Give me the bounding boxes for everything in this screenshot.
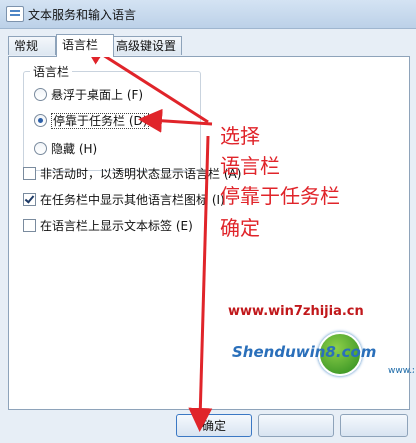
radio-hidden[interactable]: 隐藏 (H) — [34, 140, 97, 158]
tab-language-bar[interactable]: 语言栏 — [56, 34, 114, 57]
checkbox-show-extra-icons[interactable]: 在任务栏中显示其他语言栏图标 (I) — [23, 191, 225, 209]
cancel-button[interactable] — [258, 414, 334, 437]
keyboard-icon — [6, 6, 24, 22]
apply-button[interactable] — [340, 414, 408, 437]
tab-general[interactable]: 常规 — [8, 36, 56, 55]
checkbox-transparent-when-inactive[interactable]: 非活动时，以透明状态显示语言栏 (A) — [23, 165, 241, 183]
checkbox-label: 在任务栏中显示其他语言栏图标 (I) — [40, 193, 225, 207]
radio-button[interactable] — [34, 88, 47, 101]
tab-advanced-key-settings[interactable]: 高级键设置 — [110, 36, 182, 55]
checkbox-checked[interactable] — [23, 193, 36, 206]
language-bar-group: 语言栏 悬浮于桌面上 (F) 停靠于任务栏 (D) 隐藏 (H) — [23, 63, 201, 171]
checkbox-label: 非活动时，以透明状态显示语言栏 (A) — [40, 167, 242, 181]
checkbox[interactable] — [23, 167, 36, 180]
annotation-line: 确定 — [220, 216, 260, 240]
radio-label: 隐藏 (H) — [51, 142, 98, 156]
checkbox-show-text-labels[interactable]: 在语言栏上显示文本标签 (E) — [23, 217, 193, 235]
ok-button[interactable]: 确定 — [176, 414, 252, 437]
annotation-line: 停靠于任务栏 — [220, 184, 340, 208]
watermark-url: www.win7zhijia.cn — [228, 304, 364, 319]
radio-dock-in-taskbar[interactable]: 停靠于任务栏 (D) — [34, 112, 150, 130]
watermark-sub-url: www.xxfuyx.com — [388, 366, 414, 376]
window-title: 文本服务和输入语言 — [28, 8, 137, 22]
radio-label: 悬浮于桌面上 (F) — [51, 88, 144, 102]
radio-float-on-desktop[interactable]: 悬浮于桌面上 (F) — [34, 86, 143, 104]
radio-label: 停靠于任务栏 (D) — [51, 113, 150, 129]
checkbox[interactable] — [23, 219, 36, 232]
annotation-line: 选择 — [220, 124, 260, 148]
dialog-window: 文本服务和输入语言 常规 语言栏 高级键设置 语言栏 悬浮于桌面上 (F) 停靠… — [0, 0, 416, 443]
annotation-line: 语言栏 — [220, 154, 280, 178]
checkbox-label: 在语言栏上显示文本标签 (E) — [40, 219, 193, 233]
group-label: 语言栏 — [30, 63, 73, 80]
title-bar[interactable]: 文本服务和输入语言 — [0, 0, 416, 29]
radio-button-selected[interactable] — [34, 114, 47, 127]
radio-button[interactable] — [34, 142, 47, 155]
watermark-logo-text: Shenduwin8.com — [232, 343, 377, 361]
